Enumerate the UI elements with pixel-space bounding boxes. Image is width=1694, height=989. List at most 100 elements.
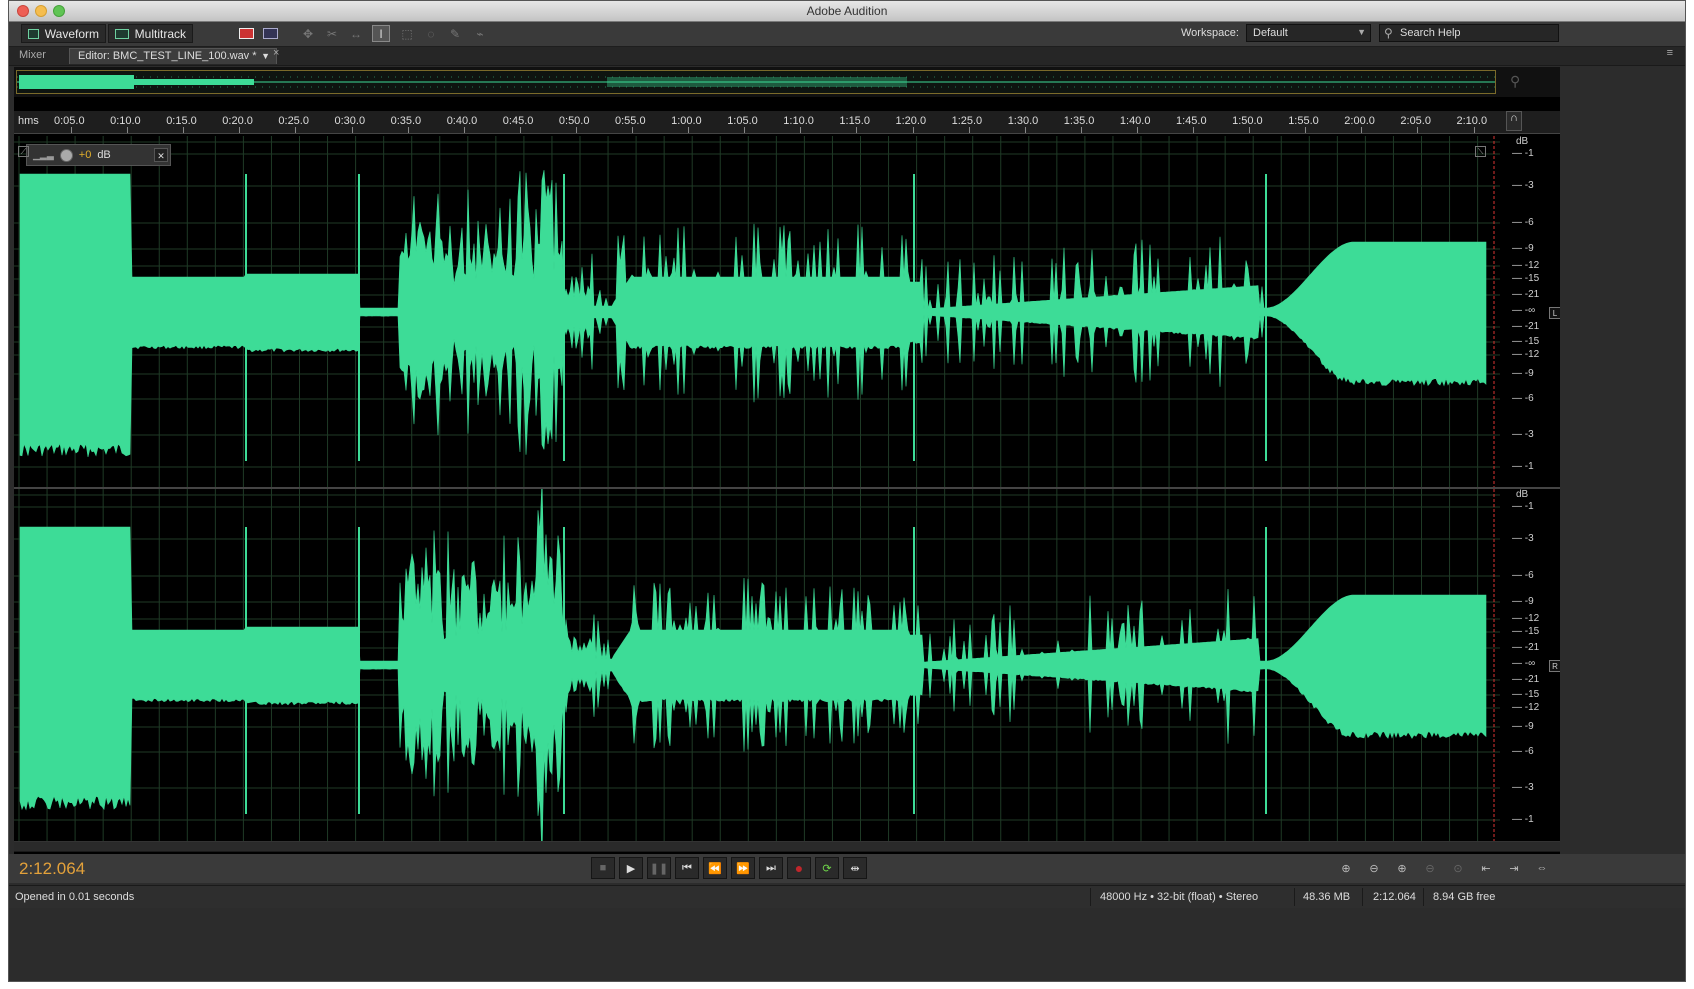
- collapse-icon[interactable]: ⟋: [18, 146, 29, 157]
- db-scale-label: dB: [1516, 489, 1529, 500]
- volume-hud[interactable]: ▁▂▃ +0 dB ✕: [26, 144, 171, 166]
- tab-editor[interactable]: Editor: BMC_TEST_LINE_100.wav * ▼: [69, 48, 277, 64]
- search-icon: ⚲: [1384, 26, 1393, 40]
- db-scale-label: — -12: [1512, 613, 1540, 624]
- search-help-input[interactable]: ⚲ Search Help: [1379, 24, 1559, 42]
- db-scale-label: — -21: [1512, 674, 1540, 685]
- scrollbar-thumb[interactable]: [14, 842, 1560, 851]
- waveform-icon: [28, 28, 39, 39]
- db-scale-label: — -6: [1512, 393, 1534, 404]
- status-message: Opened in 0.01 seconds: [15, 891, 135, 903]
- stop-button[interactable]: ■: [591, 857, 615, 879]
- ruler-tick-mark: [1249, 127, 1251, 133]
- skip-selection-button[interactable]: ⇹: [843, 857, 867, 879]
- ruler-tick-label: 0:40.0: [446, 115, 478, 127]
- ruler-tick-label: 0:05.0: [54, 115, 85, 127]
- waveform-right[interactable]: [14, 489, 1500, 841]
- db-scale-label: — -1: [1512, 148, 1534, 159]
- zoom-selection-icon[interactable]: ⇔: [1531, 859, 1553, 877]
- zoom-out-amplitude-icon[interactable]: ⊖: [1363, 859, 1385, 877]
- horizontal-scrollbar[interactable]: [14, 841, 1560, 852]
- hud-meter-icon: ▁▂▃: [33, 149, 54, 160]
- spectral-display-icon[interactable]: [237, 25, 255, 42]
- pin-icon[interactable]: ✕: [154, 148, 168, 162]
- channel-left-label[interactable]: L: [1549, 307, 1560, 319]
- ruler-tick-label: 1:30.0: [1007, 115, 1039, 127]
- panel-menu-icon[interactable]: ≡: [1667, 47, 1673, 59]
- pause-button[interactable]: ❚❚: [647, 857, 671, 879]
- db-scale-label: — -6: [1512, 217, 1534, 228]
- timecode-display[interactable]: 2:12.064: [19, 859, 85, 879]
- zoom-in-time-icon[interactable]: ⊕: [1391, 859, 1413, 877]
- db-scale-label: — -15: [1512, 626, 1540, 637]
- status-duration: 2:12.064: [1373, 891, 1416, 903]
- status-format: 48000 Hz • 32-bit (float) • Stereo: [1100, 891, 1259, 903]
- overview-bar[interactable]: ⚲: [14, 67, 1560, 97]
- multitrack-view-button[interactable]: Multitrack: [108, 24, 193, 43]
- razor-tool-icon[interactable]: ✂: [323, 25, 341, 42]
- status-bar: Opened in 0.01 seconds 48000 Hz • 32-bit…: [9, 885, 1685, 908]
- expand-icon[interactable]: ⟍: [1475, 146, 1486, 157]
- go-to-end-button[interactable]: ⏭: [759, 857, 783, 879]
- db-scale-label: — -9: [1512, 243, 1534, 254]
- zoom-in-at-end-icon[interactable]: ⇥: [1503, 859, 1525, 877]
- ruler-tick-mark: [1024, 127, 1026, 133]
- ruler-tick-label: 0:30.0: [334, 115, 366, 127]
- ruler-tick-label: 2:10.0: [1456, 115, 1488, 127]
- ruler-tick-label: 0:15.0: [166, 115, 197, 127]
- status-file-size: 48.36 MB: [1303, 891, 1351, 903]
- fast-forward-button[interactable]: ⏩: [731, 857, 755, 879]
- time-ruler[interactable]: hms 0:05.0 0:10.0 0:15.0 0:20.0 0:25.0 0:30.0…: [14, 111, 1560, 134]
- window-title: Adobe Audition: [806, 4, 888, 18]
- workspace-select[interactable]: Default ▼: [1246, 24, 1371, 42]
- db-scale-label: — -9: [1512, 721, 1534, 732]
- ruler-tick-mark: [407, 127, 409, 133]
- play-button[interactable]: ▶: [619, 857, 643, 879]
- db-scale-label: — -6: [1512, 570, 1534, 581]
- channel-left[interactable]: dB — -1— -3— -6— -9— -12— -15— -21— -∞ — -…: [14, 136, 1560, 488]
- headphones-icon[interactable]: ∩: [1506, 111, 1522, 131]
- tab-mixer-label: Mixer: [19, 49, 46, 61]
- db-scale-label: — -12: [1512, 260, 1540, 271]
- time-selection-tool-icon[interactable]: I: [372, 25, 390, 42]
- pitch-display-icon[interactable]: [261, 25, 279, 42]
- zoom-in-at-start-icon[interactable]: ⇤: [1475, 859, 1497, 877]
- ruler-tick-label: 0:25.0: [278, 115, 309, 127]
- rewind-button[interactable]: ⏪: [703, 857, 727, 879]
- channel-right[interactable]: dB — -1— -3— -6— -9— -12— -15— -21— -∞ — -…: [14, 489, 1560, 841]
- db-scale-label: — -6: [1512, 746, 1534, 757]
- lasso-tool-icon[interactable]: ◌: [422, 25, 440, 42]
- record-button[interactable]: ●: [787, 857, 811, 879]
- spot-healing-tool-icon[interactable]: ⌁: [471, 25, 489, 42]
- volume-knob[interactable]: [59, 148, 73, 162]
- marquee-tool-icon[interactable]: ⬚: [398, 25, 416, 42]
- waveform-view-button[interactable]: Waveform: [21, 24, 106, 43]
- zoom-in-amplitude-icon[interactable]: ⊕: [1335, 859, 1357, 877]
- brush-tool-icon[interactable]: ✎: [446, 25, 464, 42]
- db-scale-label: — -9: [1512, 368, 1534, 379]
- loop-playback-button[interactable]: ⟳: [815, 857, 839, 879]
- ruler-tick-label: 1:55.0: [1288, 115, 1319, 127]
- chevron-down-icon[interactable]: ▼: [261, 51, 270, 61]
- overview-waveform[interactable]: [16, 70, 1496, 94]
- zoom-out-full-icon[interactable]: ⊙: [1447, 859, 1469, 877]
- ruler-tick-label: 1:25.0: [951, 115, 983, 127]
- ruler-tick-label: 1:10.0: [783, 115, 814, 127]
- ruler-tick-label: 0:55.0: [615, 115, 646, 127]
- ruler-tick-label: 0:20.0: [222, 115, 253, 127]
- app-window: Adobe Audition Waveform Multitrack ✥ ✂ ↔…: [8, 0, 1686, 982]
- tab-mixer[interactable]: Mixer: [11, 48, 54, 64]
- go-to-start-button[interactable]: ⏮: [675, 857, 699, 879]
- zoom-out-time-icon[interactable]: ⊖: [1419, 859, 1441, 877]
- db-scale-label: — -3: [1512, 180, 1534, 191]
- db-scale-label: — -∞: [1512, 305, 1536, 316]
- close-tab-icon[interactable]: ×: [273, 47, 279, 59]
- move-tool-icon[interactable]: ✥: [299, 25, 317, 42]
- channel-right-label[interactable]: R: [1549, 660, 1560, 672]
- waveform-left[interactable]: [14, 136, 1500, 488]
- db-scale-label: — -3: [1512, 429, 1534, 440]
- slip-tool-icon[interactable]: ↔: [347, 25, 365, 42]
- workspace-label: Workspace:: [1181, 27, 1239, 39]
- zoom-icon[interactable]: ⚲: [1510, 73, 1520, 90]
- volume-value[interactable]: +0: [79, 149, 92, 161]
